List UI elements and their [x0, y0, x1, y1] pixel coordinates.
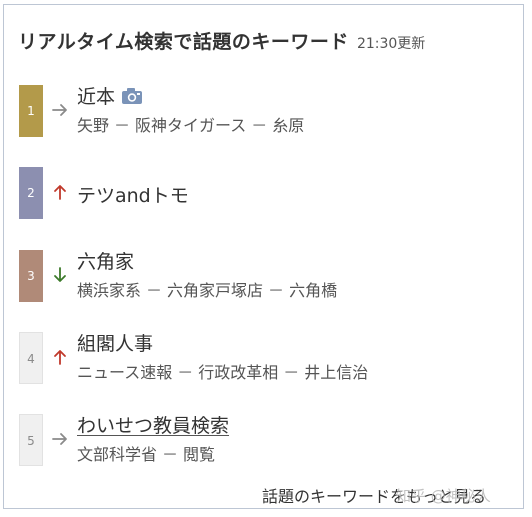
related-link[interactable]: ニュース速報	[77, 363, 172, 382]
trend-up-icon	[54, 350, 66, 365]
separator: －	[114, 116, 131, 135]
separator: －	[251, 116, 268, 135]
related-link[interactable]: 矢野	[77, 116, 109, 135]
trend-flat-icon	[52, 433, 67, 445]
related-link[interactable]: 六角橋	[289, 281, 337, 300]
related-keywords: 横浜家系－六角家戸塚店－六角橋	[77, 277, 337, 301]
trend-flat-icon	[52, 104, 67, 116]
related-link[interactable]: 文部科学省	[77, 445, 157, 464]
ranking-item-3: 3 六角家 横浜家系－六角家戸塚店－六角橋	[4, 250, 523, 306]
ranking-item-4: 4 組閣人事 ニュース速報－行政改革相－井上信治	[4, 332, 523, 388]
related-link[interactable]: 閲覧	[183, 445, 215, 464]
panel-title: リアルタイム検索で話題のキーワード	[18, 31, 349, 53]
related-keywords: 文部科学省 －閲覧	[77, 441, 215, 465]
rank-badge: 3	[19, 250, 43, 302]
trending-keywords-panel: リアルタイム検索で話題のキーワード 21:30更新 1 近本 矢野－阪神タイガース…	[3, 4, 524, 509]
ranking-item-5: 5 わいせつ教員検索 文部科学省 －閲覧	[4, 414, 523, 470]
separator: －	[177, 363, 194, 382]
related-keywords: ニュース速報－行政改革相－井上信治	[77, 359, 368, 383]
keyword-text: 近本	[77, 86, 116, 108]
keyword-text: テツandトモ	[77, 185, 189, 207]
keyword-text: 六角家	[77, 251, 135, 273]
related-link[interactable]: 六角家戸塚店	[167, 281, 263, 300]
rank-badge: 1	[19, 85, 43, 137]
update-time: 21:30更新	[356, 36, 426, 52]
ranking-item-1: 1 近本 矢野－阪神タイガース－糸原	[4, 85, 523, 141]
keyword-text: わいせつ教員検索	[77, 415, 230, 437]
keyword-link[interactable]: わいせつ教員検索	[77, 411, 229, 438]
keyword-link[interactable]: 六角家	[77, 247, 134, 274]
separator: －	[268, 281, 285, 300]
related-link[interactable]: 井上信治	[304, 363, 368, 382]
rank-badge: 4	[19, 332, 43, 384]
watermark: 知乎 @神秘人	[396, 487, 491, 505]
separator: －	[146, 281, 163, 300]
separator: －	[283, 363, 300, 382]
keyword-link[interactable]: テツandトモ	[77, 181, 189, 208]
related-keywords: 矢野－阪神タイガース－糸原	[77, 112, 304, 136]
related-link[interactable]: 阪神タイガース	[135, 116, 246, 135]
keyword-link[interactable]: 組閣人事	[77, 329, 153, 356]
camera-icon[interactable]	[121, 87, 143, 105]
trend-up-icon	[54, 185, 66, 200]
trend-down-icon	[54, 267, 66, 282]
related-link[interactable]: 糸原	[272, 116, 304, 135]
keyword-link[interactable]: 近本	[77, 82, 143, 109]
keyword-text: 組閣人事	[77, 333, 154, 355]
related-link[interactable]: 横浜家系	[77, 281, 141, 300]
rank-badge: 2	[19, 167, 43, 219]
rank-badge: 5	[19, 414, 43, 466]
panel-header: リアルタイム検索で話題のキーワード 21:30更新	[18, 27, 425, 54]
related-link[interactable]: 行政改革相	[198, 363, 278, 382]
separator: －	[162, 445, 179, 464]
ranking-item-2: 2 テツandトモ	[4, 167, 523, 223]
